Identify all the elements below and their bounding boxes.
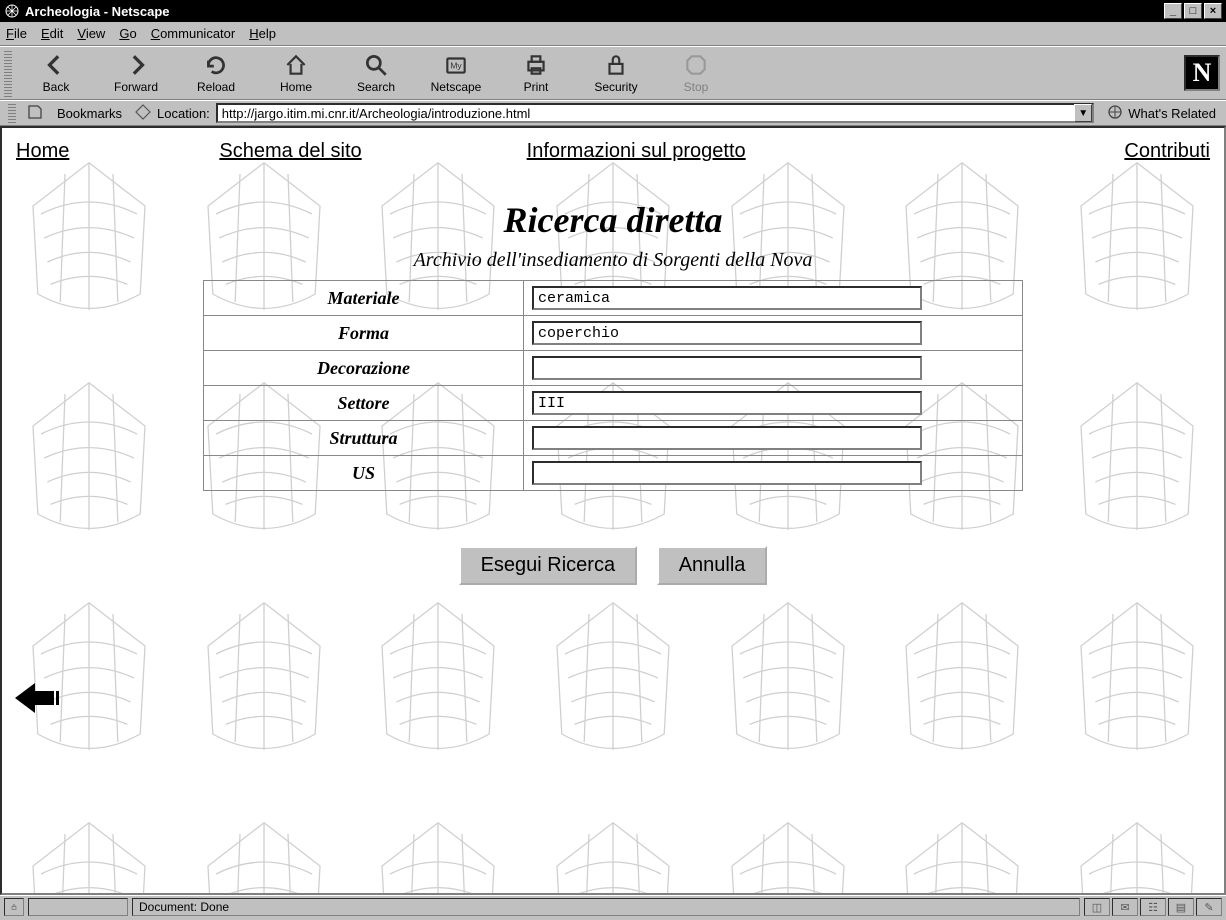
- content-viewport: Home Schema del sito Informazioni sul pr…: [0, 126, 1226, 895]
- form-row: Materiale: [204, 281, 1023, 316]
- forma-input[interactable]: [532, 321, 922, 345]
- close-button[interactable]: ×: [1204, 3, 1222, 19]
- page-subtitle: Archivio dell'insediamento di Sorgenti d…: [10, 249, 1216, 272]
- nav-home[interactable]: Home: [16, 140, 69, 163]
- stop-icon: [683, 52, 709, 78]
- nav-info[interactable]: Informazioni sul progetto: [527, 140, 746, 163]
- nav-contrib[interactable]: Contributi: [1124, 140, 1210, 163]
- security-button[interactable]: Security: [576, 48, 656, 98]
- lock-icon: [603, 52, 629, 78]
- my-netscape-icon: My: [443, 52, 469, 78]
- page-nav: Home Schema del sito Informazioni sul pr…: [10, 140, 1216, 163]
- bookmarks-button[interactable]: Bookmarks: [50, 104, 129, 123]
- forward-button[interactable]: Forward: [96, 48, 176, 98]
- netscape-button[interactable]: My Netscape: [416, 48, 496, 98]
- field-label: Struttura: [204, 421, 524, 456]
- toolbar-grip[interactable]: [4, 49, 12, 97]
- menu-file[interactable]: File: [6, 26, 27, 41]
- settore-input[interactable]: [532, 391, 922, 415]
- form-row: Decorazione: [204, 351, 1023, 386]
- print-button[interactable]: Print: [496, 48, 576, 98]
- search-form: Materiale Forma Decorazione Settore Stru…: [203, 280, 1023, 491]
- submit-button[interactable]: Esegui Ricerca: [459, 546, 638, 585]
- field-label: Settore: [204, 386, 524, 421]
- status-text: Document: Done: [132, 898, 1080, 916]
- menu-go[interactable]: Go: [119, 26, 136, 41]
- location-input[interactable]: [218, 105, 1074, 121]
- menubar: File Edit View Go Communicator Help: [0, 22, 1226, 46]
- whats-related-button[interactable]: What's Related: [1100, 104, 1222, 123]
- home-button[interactable]: Home: [256, 48, 336, 98]
- composer-icon[interactable]: ✎: [1196, 898, 1222, 916]
- status-bar: Document: Done ◫ ✉ ☷ ▤ ✎: [0, 895, 1226, 918]
- maximize-button[interactable]: □: [1184, 3, 1202, 19]
- mail-icon[interactable]: ✉: [1112, 898, 1138, 916]
- search-icon: [363, 52, 389, 78]
- component-bar: ◫ ✉ ☷ ▤ ✎: [1084, 898, 1222, 916]
- form-row: Struttura: [204, 421, 1023, 456]
- minimize-button[interactable]: _: [1164, 3, 1182, 19]
- decorazione-input[interactable]: [532, 356, 922, 380]
- form-row: Settore: [204, 386, 1023, 421]
- back-icon: [43, 52, 69, 78]
- location-dropdown-button[interactable]: ▼: [1074, 104, 1092, 122]
- struttura-input[interactable]: [532, 426, 922, 450]
- cancel-button[interactable]: Annulla: [657, 546, 768, 585]
- drag-page-icon[interactable]: [135, 104, 151, 123]
- home-icon: [283, 52, 309, 78]
- status-lock-icon: [4, 898, 24, 916]
- nav-schema[interactable]: Schema del sito: [219, 140, 361, 163]
- us-input[interactable]: [532, 461, 922, 485]
- reload-button[interactable]: Reload: [176, 48, 256, 98]
- location-label: Location:: [157, 106, 210, 121]
- toolbar: Back Forward Reload Home Search My Netsc…: [0, 46, 1226, 100]
- whats-related-icon: [1106, 104, 1124, 123]
- status-progress: [28, 898, 128, 916]
- search-button[interactable]: Search: [336, 48, 416, 98]
- reload-icon: [203, 52, 229, 78]
- back-button[interactable]: Back: [16, 48, 96, 98]
- menu-edit[interactable]: Edit: [41, 26, 63, 41]
- menu-help[interactable]: Help: [249, 26, 276, 41]
- print-icon: [523, 52, 549, 78]
- locbar-grip[interactable]: [8, 103, 16, 123]
- field-label: Decorazione: [204, 351, 524, 386]
- page-title: Ricerca diretta: [10, 199, 1216, 241]
- location-bar: Bookmarks Location: ▼ What's Related: [0, 100, 1226, 126]
- field-label: Forma: [204, 316, 524, 351]
- address-icon[interactable]: ▤: [1168, 898, 1194, 916]
- bookmarks-icon: [26, 104, 44, 123]
- menu-view[interactable]: View: [77, 26, 105, 41]
- menu-communicator[interactable]: Communicator: [151, 26, 236, 41]
- back-arrow-link[interactable]: [10, 678, 60, 718]
- field-label: US: [204, 456, 524, 491]
- navigator-icon[interactable]: ◫: [1084, 898, 1110, 916]
- window-title: Archeologia - Netscape: [25, 4, 1164, 19]
- location-input-wrap: ▼: [216, 103, 1094, 123]
- window-titlebar: Archeologia - Netscape _ □ ×: [0, 0, 1226, 22]
- forward-icon: [123, 52, 149, 78]
- netscape-app-icon: [4, 3, 20, 19]
- netscape-logo: N: [1184, 55, 1220, 91]
- field-label: Materiale: [204, 281, 524, 316]
- news-icon[interactable]: ☷: [1140, 898, 1166, 916]
- materiale-input[interactable]: [532, 286, 922, 310]
- svg-text:My: My: [450, 60, 462, 70]
- form-row: Forma: [204, 316, 1023, 351]
- form-row: US: [204, 456, 1023, 491]
- stop-button[interactable]: Stop: [656, 48, 736, 98]
